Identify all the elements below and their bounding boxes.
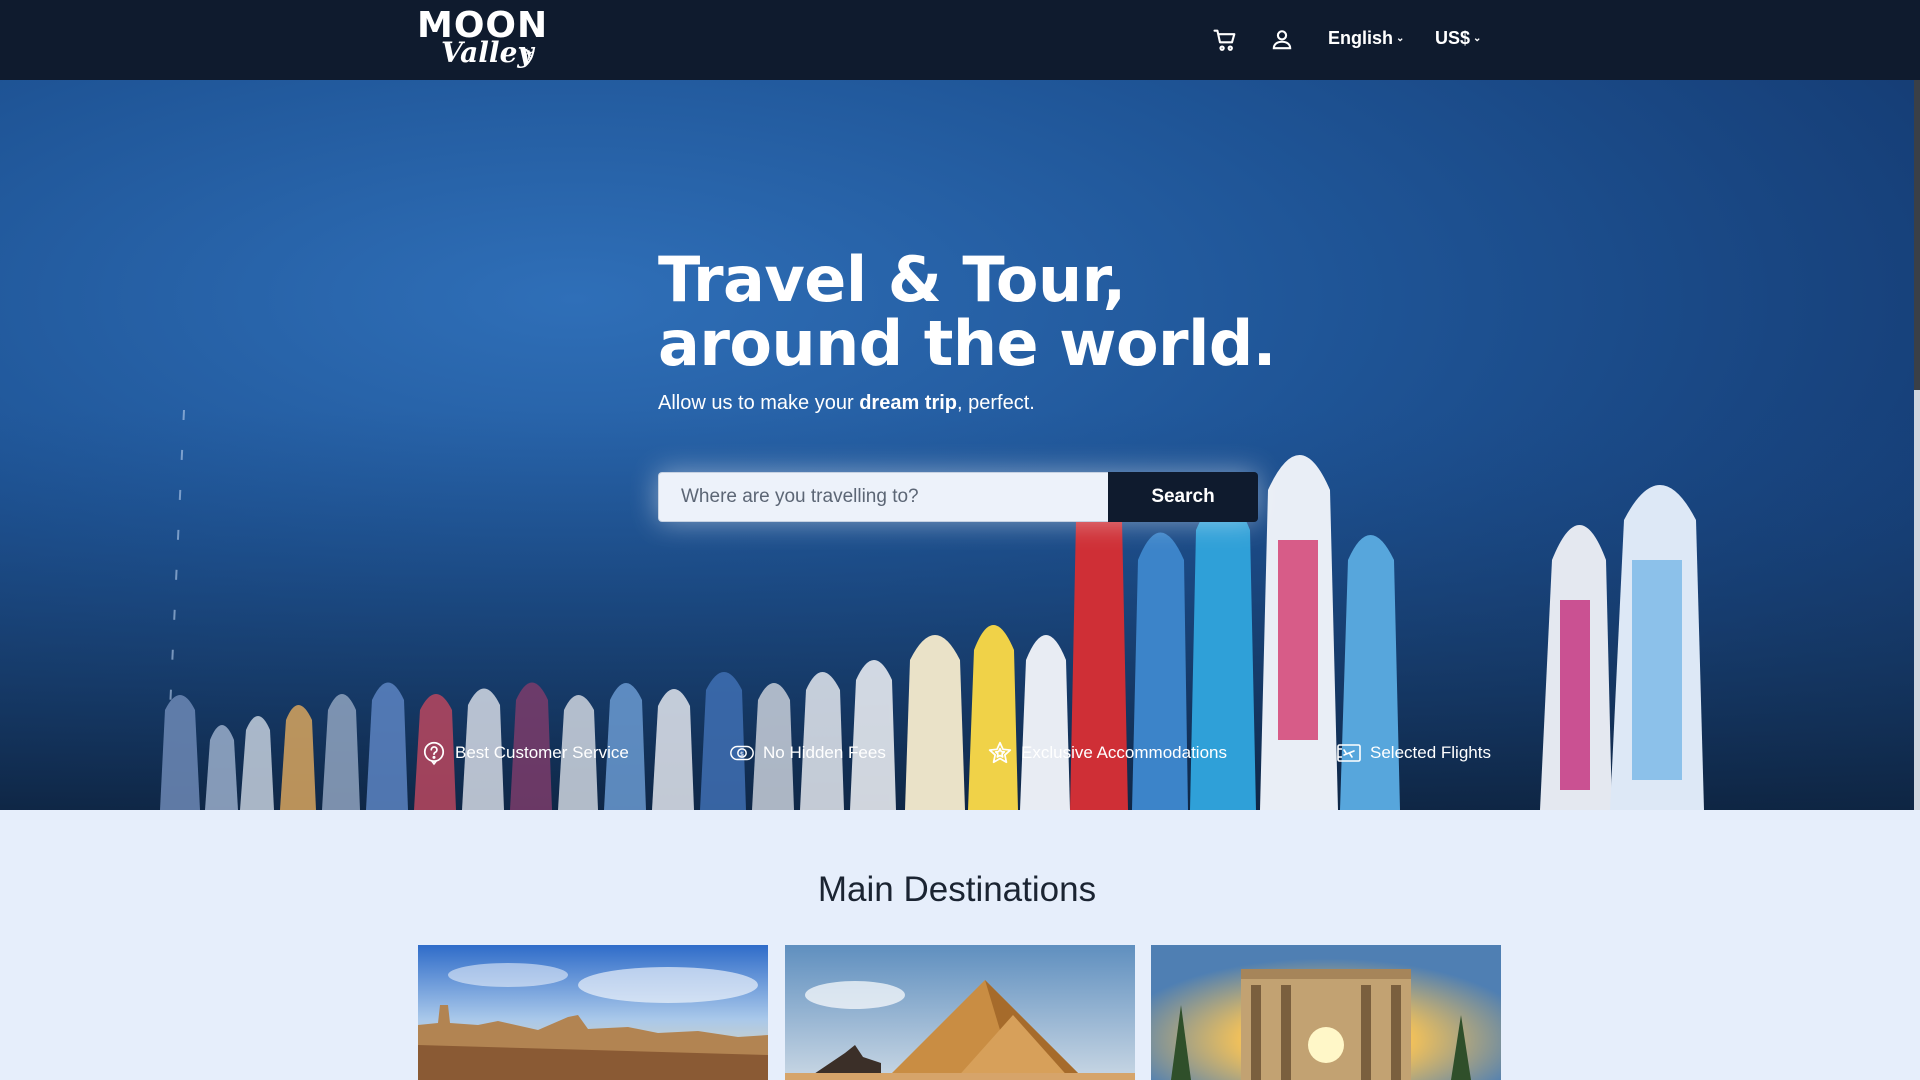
search-bar: Search [658,472,1258,522]
feature-customer-service: Best Customer Service [421,740,629,766]
search-button[interactable]: Search [1108,472,1258,522]
language-label: English [1328,28,1394,48]
moon-valley-logo[interactable]: MOON Valley ✈ [417,6,557,72]
chevron-down-icon: ⌄ [1473,33,1482,44]
destination-card-city[interactable] [418,945,768,1080]
hero-banner: Travel & Tour, around the world. Allow u… [0,80,1914,810]
destination-card-ancient-library[interactable] [1151,945,1501,1080]
hero-title-line2: around the world. [658,307,1276,380]
page-scrollbar[interactable] [1914,80,1920,810]
scrollbar-thumb[interactable] [1914,80,1920,390]
feature-selected-flights: Selected Flights [1336,740,1491,766]
destination-card-pyramids[interactable] [785,945,1135,1080]
chevron-down-icon: ⌄ [1396,33,1405,44]
feature-label: Selected Flights [1370,743,1491,762]
feature-label: Exclusive Accommodations [1021,743,1227,762]
subtitle-post: , perfect. [957,392,1035,414]
currency-label: US$ [1435,28,1471,48]
features-row: Best Customer Service $ No Hidden Fees E… [0,740,1914,780]
feature-no-hidden-fees: $ No Hidden Fees [729,740,886,766]
currency-selector[interactable]: US$ ⌄ [1435,28,1481,49]
hero-title-line1: Travel & Tour, [658,243,1126,316]
city-skyline-image [418,945,768,1080]
hero-title: Travel & Tour, around the world. [658,248,1276,376]
svg-text:$: $ [740,750,744,758]
destination-search-input[interactable] [658,472,1108,522]
user-icon[interactable] [1268,26,1296,54]
feature-label: Best Customer Service [455,743,629,762]
money-icon: $ [730,745,754,761]
feature-exclusive-accommodations: Exclusive Accommodations [987,740,1227,766]
star-icon [988,741,1012,764]
subtitle-pre: Allow us to make your [658,392,860,414]
feature-label: No Hidden Fees [763,743,886,762]
ticket-icon [1337,744,1361,762]
hero-subtitle: Allow us to make your dream trip, perfec… [658,392,1035,415]
ancient-library-image [1151,945,1501,1080]
question-circle-icon [423,741,445,766]
subtitle-bold: dream trip [859,392,958,414]
section-title: Main Destinations [817,870,1097,909]
top-navbar: MOON Valley ✈ English ⌄ US$ ⌄ [0,0,1920,80]
cart-icon[interactable] [1211,26,1239,54]
language-selector[interactable]: English ⌄ [1328,28,1404,49]
pyramids-image [785,945,1135,1080]
